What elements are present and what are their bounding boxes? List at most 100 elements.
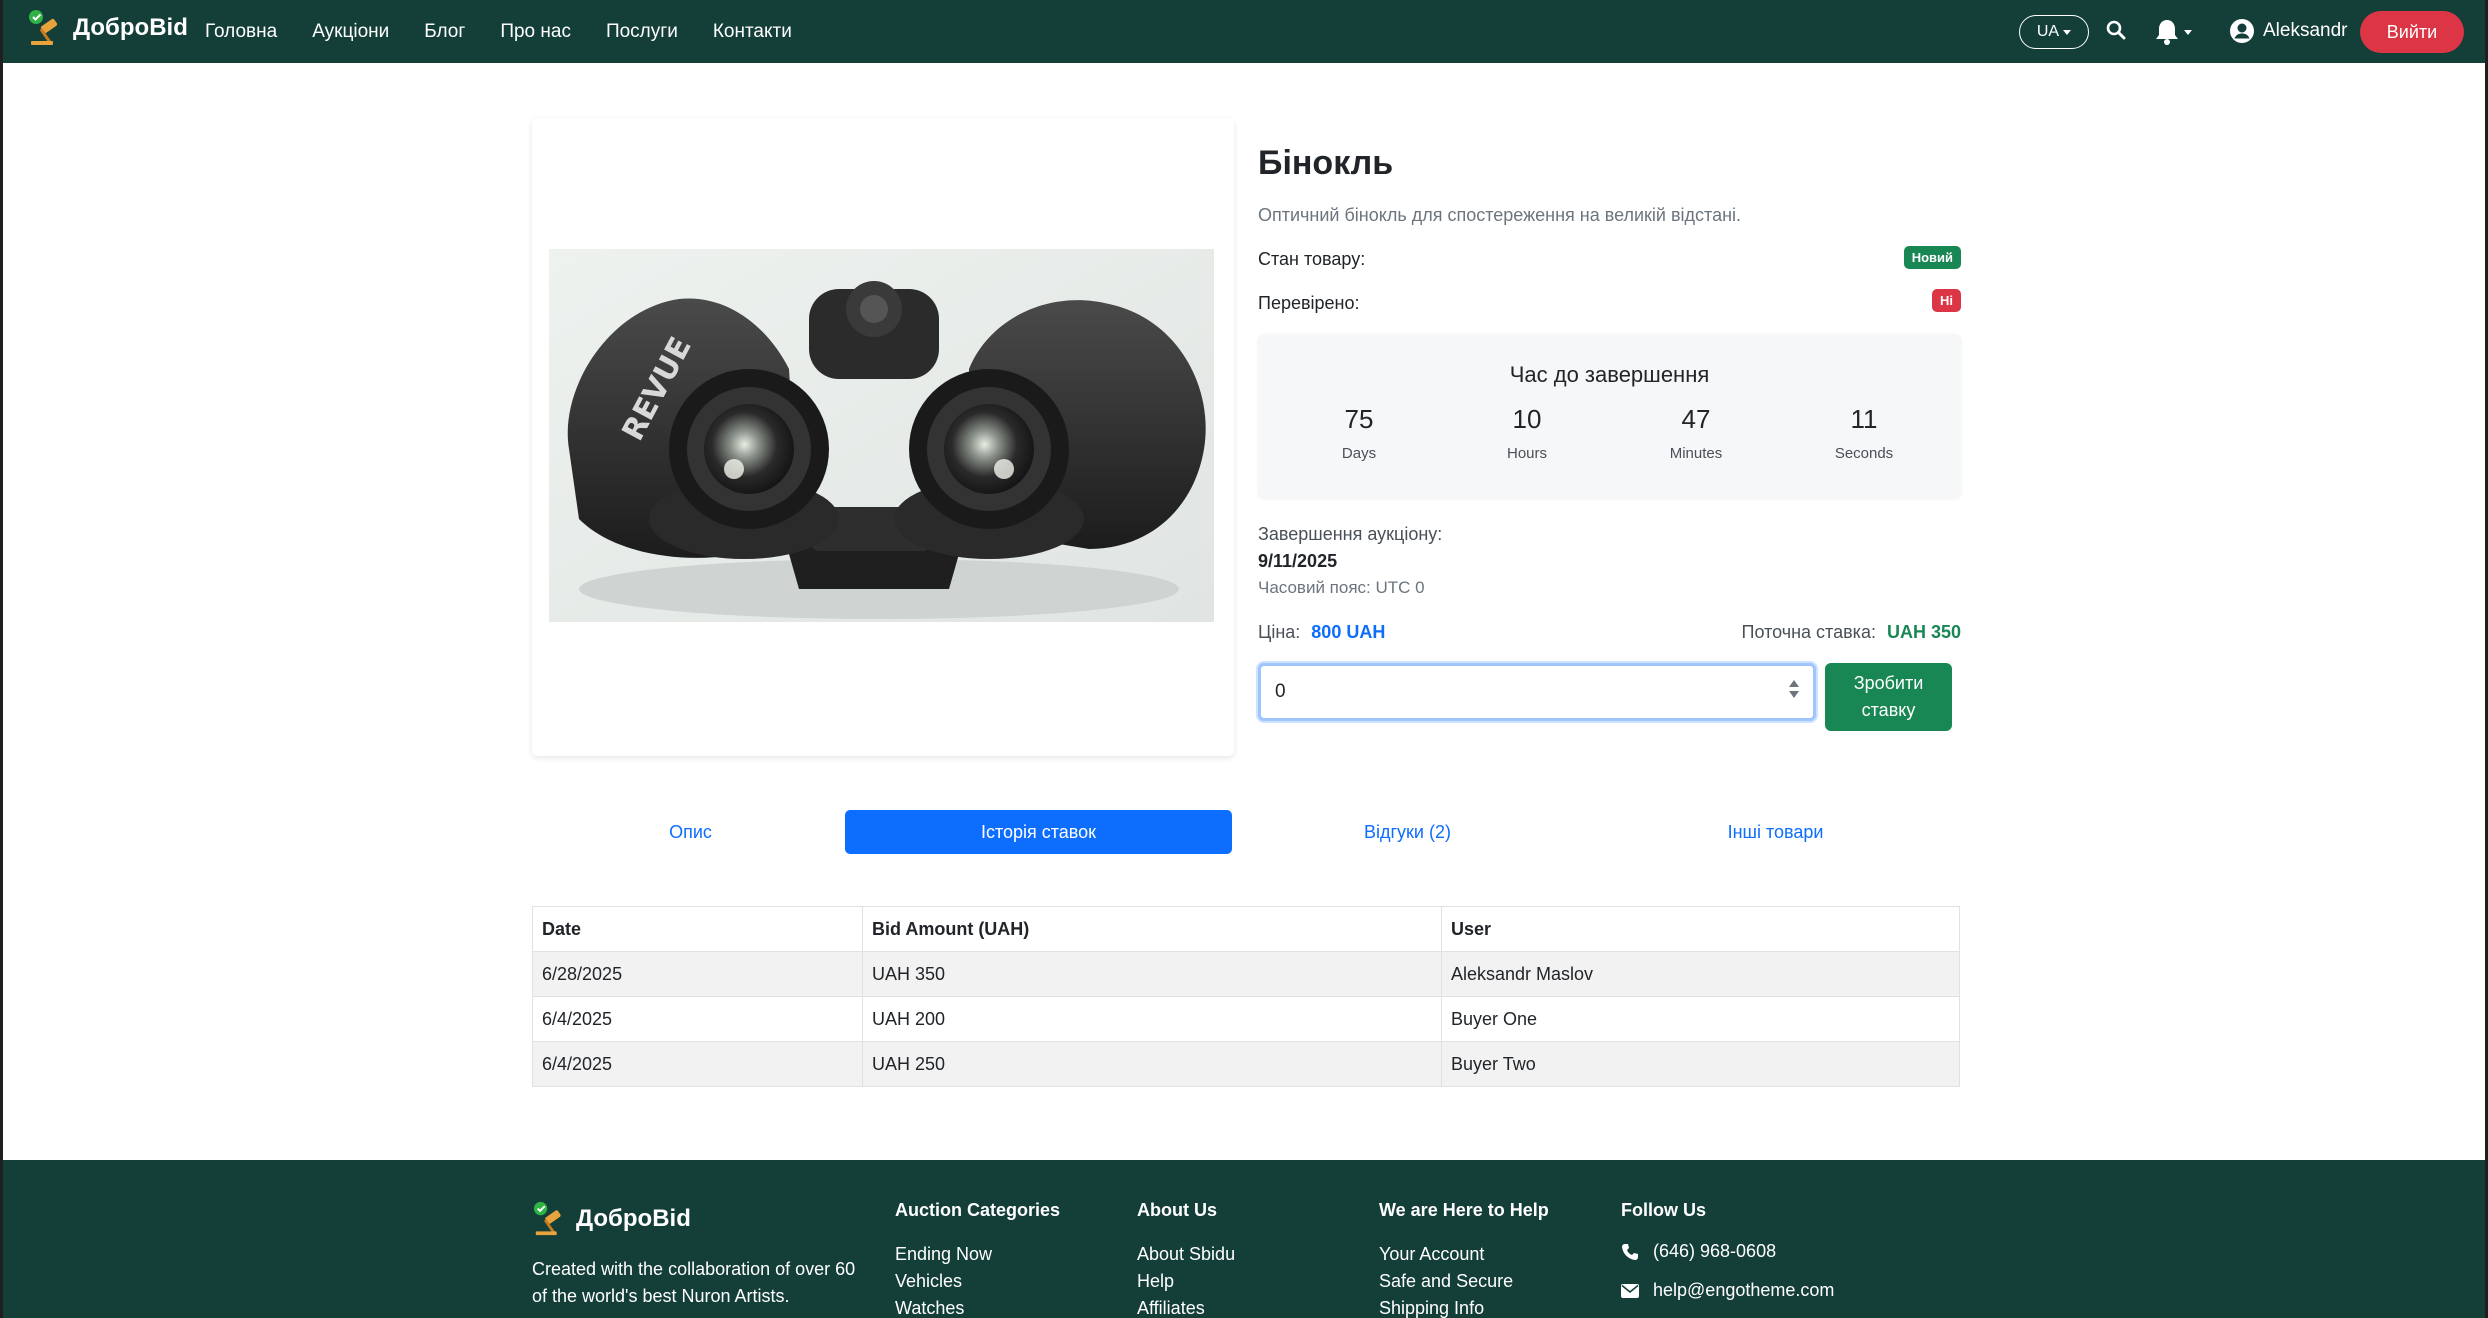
chevron-down-icon (2063, 29, 2072, 35)
footer-column-title: We are Here to Help (1379, 1200, 1549, 1220)
footer-column-title: Auction Categories (895, 1200, 1061, 1220)
chevron-down-icon (2184, 29, 2192, 35)
gavel-logo-icon (29, 10, 58, 45)
footer-phone[interactable]: (646) 968-0608 (1621, 1241, 1834, 1262)
cell-amount: UAH 350 (862, 951, 1442, 997)
auction-end-date: 9/11/2025 (1258, 551, 1338, 571)
product-image-card: REVUE (532, 118, 1234, 756)
footer-column-categories: Auction Categories Ending Now Vehicles W… (895, 1200, 1060, 1318)
footer-email[interactable]: help@engotheme.com (1621, 1280, 1834, 1301)
price-label: Ціна: (1258, 622, 1301, 642)
site-footer: ДоброBid Created with the collaboration … (3, 1160, 2485, 1318)
product-title: Бінокль (1258, 144, 1394, 182)
cell-user: Aleksandr Maslov (1441, 951, 1960, 997)
minutes-value: 47 (1681, 404, 1711, 434)
nav-link-blog[interactable]: Блог (424, 21, 465, 43)
hours-value: 10 (1512, 404, 1542, 434)
column-header-user: User (1441, 906, 1960, 952)
footer-column-title: Follow Us (1621, 1200, 1706, 1220)
countdown-seconds: 11 Seconds (1804, 404, 1924, 462)
logout-button[interactable]: Вийти (2360, 11, 2464, 53)
footer-link-affiliates[interactable]: Affiliates (1137, 1295, 1235, 1318)
brand-logo[interactable]: ДоброBid (27, 8, 188, 48)
footer-link-account[interactable]: Your Account (1379, 1241, 1549, 1268)
search-icon (2106, 20, 2126, 40)
footer-about-text: Created with the collaboration of over 6… (532, 1259, 856, 1306)
timezone-text: Часовий пояс: UTC 0 (1258, 578, 1425, 597)
hours-label: Hours (1506, 445, 1547, 462)
condition-label: Стан товару: (1258, 249, 1366, 269)
tab-bid-history[interactable]: Історія ставок (845, 810, 1232, 854)
gavel-logo-icon (533, 1201, 561, 1236)
table-header-row: Date Bid Amount (UAH) User (532, 906, 1960, 952)
nav-link-about[interactable]: Про нас (500, 21, 571, 43)
tab-description[interactable]: Опис (576, 810, 805, 854)
bid-history-table: Date Bid Amount (UAH) User 6/28/2025 UAH… (532, 906, 1960, 1087)
user-avatar-icon (2230, 19, 2254, 43)
place-bid-label: Зробити ставку (1853, 673, 1924, 720)
table-row: 6/4/2025 UAH 250 Buyer Two (532, 1041, 1960, 1087)
spin-down-icon[interactable] (1789, 691, 1799, 698)
top-navbar: ДоброBid Головна Аукціони Блог Про нас П… (3, 0, 2485, 63)
footer-link-ending-now[interactable]: Ending Now (895, 1241, 1060, 1268)
minutes-label: Minutes (1669, 445, 1723, 462)
bell-icon (2156, 20, 2178, 45)
cell-date: 6/4/2025 (532, 1041, 863, 1087)
verified-badge: Ні (1932, 289, 1961, 312)
spin-up-icon[interactable] (1789, 680, 1799, 687)
footer-link-help[interactable]: Help (1137, 1268, 1235, 1295)
days-label: Days (1341, 445, 1377, 462)
cell-amount: UAH 200 (862, 996, 1442, 1042)
footer-link-about-sbidu[interactable]: About Sbidu (1137, 1241, 1235, 1268)
nav-link-auctions[interactable]: Аукціони (312, 21, 389, 43)
footer-brand-name: ДоброBid (576, 1205, 691, 1232)
bid-input-value: 0 (1275, 681, 1286, 702)
product-image: REVUE (549, 249, 1214, 622)
price-value: 800 UAH (1311, 622, 1386, 642)
tab-reviews[interactable]: Відгуки (2) (1293, 810, 1522, 854)
verified-label: Перевірено: (1258, 293, 1360, 313)
cell-amount: UAH 250 (862, 1041, 1442, 1087)
footer-link-safe-secure[interactable]: Safe and Secure (1379, 1268, 1549, 1295)
page: ДоброBid Головна Аукціони Блог Про нас П… (3, 0, 2485, 1318)
footer-link-shipping[interactable]: Shipping Info (1379, 1295, 1549, 1318)
days-value: 75 (1344, 404, 1374, 434)
countdown-days: 75 Days (1299, 404, 1419, 462)
tab-other-products[interactable]: Інші товари (1661, 810, 1890, 854)
current-bid-value: UAH 350 (1886, 622, 1961, 642)
column-header-amount: Bid Amount (UAH) (862, 906, 1442, 952)
condition-badge: Новий (1903, 246, 1961, 269)
search-button[interactable] (2106, 20, 2126, 45)
countdown-hours: 10 Hours (1467, 404, 1587, 462)
nav-link-home[interactable]: Головна (205, 21, 277, 43)
cell-date: 6/28/2025 (532, 951, 863, 997)
place-bid-button[interactable]: Зробити ставку (1825, 663, 1952, 731)
cell-date: 6/4/2025 (532, 996, 863, 1042)
number-spinner[interactable] (1789, 680, 1799, 698)
user-name: Aleksandr (2263, 20, 2348, 41)
user-menu[interactable]: Aleksandr (2229, 18, 2348, 44)
product-description: Оптичний бінокль для спостереження на ве… (1258, 205, 1742, 225)
notifications-dropdown[interactable] (2154, 18, 2192, 46)
bid-amount-input[interactable]: 0 (1258, 663, 1816, 721)
seconds-value: 11 (1850, 404, 1878, 434)
footer-link-watches[interactable]: Watches (895, 1295, 1060, 1318)
current-bid-row: Поточна ставка: UAH 350 (1742, 622, 1961, 643)
countdown-box: Час до завершення 75 Days 10 Hours 47 Mi… (1258, 334, 1961, 498)
seconds-label: Seconds (1834, 445, 1894, 462)
footer-link-vehicles[interactable]: Vehicles (895, 1268, 1060, 1295)
footer-column-follow: Follow Us (646) 968-0608 help@engotheme.… (1621, 1200, 1834, 1318)
phone-number: (646) 968-0608 (1653, 1241, 1777, 1261)
footer-brand-logo[interactable]: ДоброBid (532, 1200, 691, 1238)
cell-user: Buyer One (1441, 996, 1960, 1042)
table-row: 6/28/2025 UAH 350 Aleksandr Maslov (532, 951, 1960, 997)
email-address: help@engotheme.com (1653, 1280, 1835, 1300)
language-dropdown[interactable]: UA (2019, 15, 2089, 49)
footer-column-title: About Us (1137, 1200, 1217, 1220)
countdown-minutes: 47 Minutes (1636, 404, 1756, 462)
countdown-title: Час до завершення (1509, 362, 1710, 387)
nav-link-services[interactable]: Послуги (606, 21, 678, 43)
nav-link-contacts[interactable]: Контакти (713, 21, 792, 43)
brand-name: ДоброBid (73, 14, 188, 41)
main-menu: Головна Аукціони Блог Про нас Послуги Ко… (205, 0, 827, 63)
